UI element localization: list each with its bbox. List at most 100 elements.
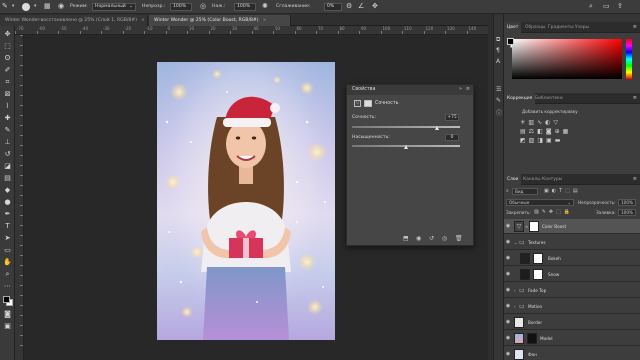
- canvas-image[interactable]: [157, 62, 335, 340]
- angle-icon[interactable]: ∠: [358, 2, 364, 10]
- blend-mode-select[interactable]: Обычные ⌄: [506, 199, 574, 206]
- color-picker-field[interactable]: [512, 39, 622, 79]
- layer-mask-thumbnail[interactable]: [529, 221, 539, 232]
- smoothing-options-gear-icon[interactable]: ⚙: [346, 2, 352, 10]
- frame-tool-icon[interactable]: ⊠: [3, 90, 12, 99]
- close-tab-icon[interactable]: ×: [263, 18, 267, 23]
- layers-panel-menu-icon[interactable]: ≡: [633, 176, 637, 182]
- layer-row-border[interactable]: ◉ Border: [504, 315, 640, 330]
- history-panel-icon[interactable]: ⧉: [496, 36, 500, 44]
- brush-tool-icon[interactable]: ✎: [2, 2, 8, 10]
- properties-panel-icon[interactable]: ☰: [496, 86, 501, 93]
- layer-mask-icon[interactable]: [364, 100, 372, 107]
- gradient-tool-icon[interactable]: ▤: [3, 174, 12, 183]
- vibrance-slider-thumb[interactable]: [434, 126, 439, 130]
- lasso-tool-icon[interactable]: ʘ: [3, 54, 12, 63]
- layer-row-motion[interactable]: ◉ › ▭ Motion: [504, 299, 640, 314]
- brush-settings-icon[interactable]: ✎: [496, 97, 501, 104]
- layer-row-fade-top[interactable]: ◉ › ▭ Fade Top: [504, 283, 640, 298]
- collapse-panel-icon[interactable]: »: [459, 86, 462, 92]
- move-tool-icon[interactable]: ✥: [3, 30, 12, 39]
- color-panel-menu-icon[interactable]: ≡: [633, 24, 637, 30]
- visibility-eye-icon[interactable]: ◉: [504, 267, 512, 282]
- workspace-icon[interactable]: ▭: [603, 2, 610, 10]
- vibrance-icon[interactable]: ▽: [553, 119, 561, 126]
- brush-tool-icon[interactable]: ✎: [3, 126, 12, 135]
- layer-row-model[interactable]: ◉ Model: [504, 331, 640, 346]
- hand-tool-icon[interactable]: ✋: [3, 258, 12, 267]
- info-panel-icon[interactable]: ⓘ: [496, 108, 502, 117]
- tab-paths[interactable]: Контуры: [539, 174, 565, 185]
- vibrance-input[interactable]: +75: [445, 114, 459, 121]
- clone-stamp-tool-icon[interactable]: ⊥: [3, 138, 12, 147]
- group-collapse-chevron-icon[interactable]: ›: [514, 283, 516, 298]
- hue-slider[interactable]: [626, 39, 632, 79]
- crop-tool-icon[interactable]: ⌗: [3, 78, 12, 87]
- brush-size-icon[interactable]: [22, 3, 30, 11]
- saturation-input[interactable]: 0: [445, 134, 459, 141]
- layer-filter-icons[interactable]: ▣◐T⬚▤: [544, 188, 581, 194]
- tab-patterns[interactable]: Узоры: [572, 22, 592, 33]
- smoothing-input[interactable]: 0%: [324, 3, 342, 11]
- selective-color-icon[interactable]: ▣: [546, 137, 555, 144]
- healing-brush-tool-icon[interactable]: ✚: [3, 114, 12, 123]
- document-tab-winter-wonder[interactable]: Winter Wonder @ 25% (Color Boost, RGB/8#…: [149, 15, 291, 26]
- layer-opacity-input[interactable]: 100%: [618, 199, 636, 206]
- layer-mask-thumbnail[interactable]: [533, 253, 543, 264]
- layer-row-textures[interactable]: ◉ ⌄ ▭ Textures: [504, 235, 640, 250]
- marquee-tool-icon[interactable]: ⬚: [3, 42, 12, 51]
- layer-mask-thumbnail[interactable]: [527, 333, 537, 344]
- more-tools-icon[interactable]: ⋯: [3, 282, 12, 291]
- visibility-eye-icon[interactable]: ◉: [504, 315, 512, 330]
- properties-panel[interactable]: Свойства » ≡ ▽ Сочность Сочность: +75 На…: [346, 84, 474, 246]
- visibility-eye-icon[interactable]: ◉: [504, 283, 512, 298]
- tab-color[interactable]: Цвет: [504, 22, 522, 33]
- tab-libraries[interactable]: Библиотеки: [532, 93, 566, 104]
- pressure-input[interactable]: 100%: [234, 3, 256, 11]
- path-selection-tool-icon[interactable]: ➤: [3, 234, 12, 243]
- pen-tool-icon[interactable]: ✒: [3, 210, 12, 219]
- layer-mask-thumbnail[interactable]: [533, 269, 543, 280]
- foreground-color-swatch[interactable]: [507, 38, 514, 45]
- view-previous-state-icon[interactable]: ◉: [416, 235, 421, 242]
- mode-select[interactable]: Нормальный ⌄: [92, 3, 136, 11]
- eraser-tool-icon[interactable]: ◪: [3, 162, 12, 171]
- tab-adjustments[interactable]: Коррекция: [504, 93, 536, 104]
- visibility-eye-icon[interactable]: ◉: [504, 219, 512, 234]
- character-panel-icon[interactable]: A: [496, 58, 500, 65]
- layer-row-bokeh[interactable]: ◉ Bokeh: [504, 251, 640, 266]
- symmetry-icon[interactable]: ✥: [372, 2, 378, 10]
- invert-icon[interactable]: ◩: [520, 137, 529, 144]
- vibrance-slider-track[interactable]: [352, 126, 460, 128]
- pressure-opacity-icon[interactable]: ◎: [200, 2, 206, 10]
- panel-menu-icon[interactable]: ≡: [466, 86, 470, 92]
- pressure-size-icon[interactable]: ◉: [58, 2, 64, 10]
- visibility-eye-icon[interactable]: ◉: [504, 235, 512, 250]
- curves-icon[interactable]: ∿: [537, 119, 545, 126]
- airbrush-icon[interactable]: ✺: [262, 2, 268, 10]
- layer-row-color-boost[interactable]: ◉ ▽ ∞ Color Boost: [504, 219, 640, 234]
- color-lookup-icon[interactable]: ▦: [563, 128, 572, 135]
- layer-kind-select[interactable]: Вид: [512, 188, 538, 195]
- visibility-eye-icon[interactable]: ◉: [504, 331, 512, 346]
- brush-settings-panel-icon[interactable]: ▦: [44, 2, 51, 10]
- opacity-input[interactable]: 100%: [170, 3, 192, 11]
- black-white-icon[interactable]: ◧: [537, 128, 546, 135]
- quick-select-tool-icon[interactable]: ✐: [3, 66, 12, 75]
- history-brush-tool-icon[interactable]: ↺: [3, 150, 12, 159]
- vertical-ruler[interactable]: [15, 35, 24, 360]
- screen-mode-icon[interactable]: ▣: [3, 322, 12, 331]
- tab-layers[interactable]: Слои: [504, 174, 522, 185]
- levels-icon[interactable]: ▥: [528, 119, 537, 126]
- foreground-color-swatch[interactable]: [3, 296, 10, 303]
- layer-row-background[interactable]: ◉ Фон: [504, 347, 640, 360]
- photo-filter-icon[interactable]: ◙: [546, 128, 555, 135]
- gradient-map-icon[interactable]: ▬: [555, 137, 564, 144]
- visibility-eye-icon[interactable]: ◉: [504, 299, 512, 314]
- type-tool-icon[interactable]: T: [3, 222, 12, 231]
- document-tab-restored[interactable]: Winter Wonder-восстановлено @ 25% (Слой …: [0, 15, 148, 26]
- filter-search-icon[interactable]: ⌕: [506, 188, 509, 194]
- brush-preset-dropdown-icon[interactable]: ▾: [12, 3, 14, 11]
- threshold-icon[interactable]: ◨: [537, 137, 546, 144]
- dodge-tool-icon[interactable]: ●: [3, 198, 12, 207]
